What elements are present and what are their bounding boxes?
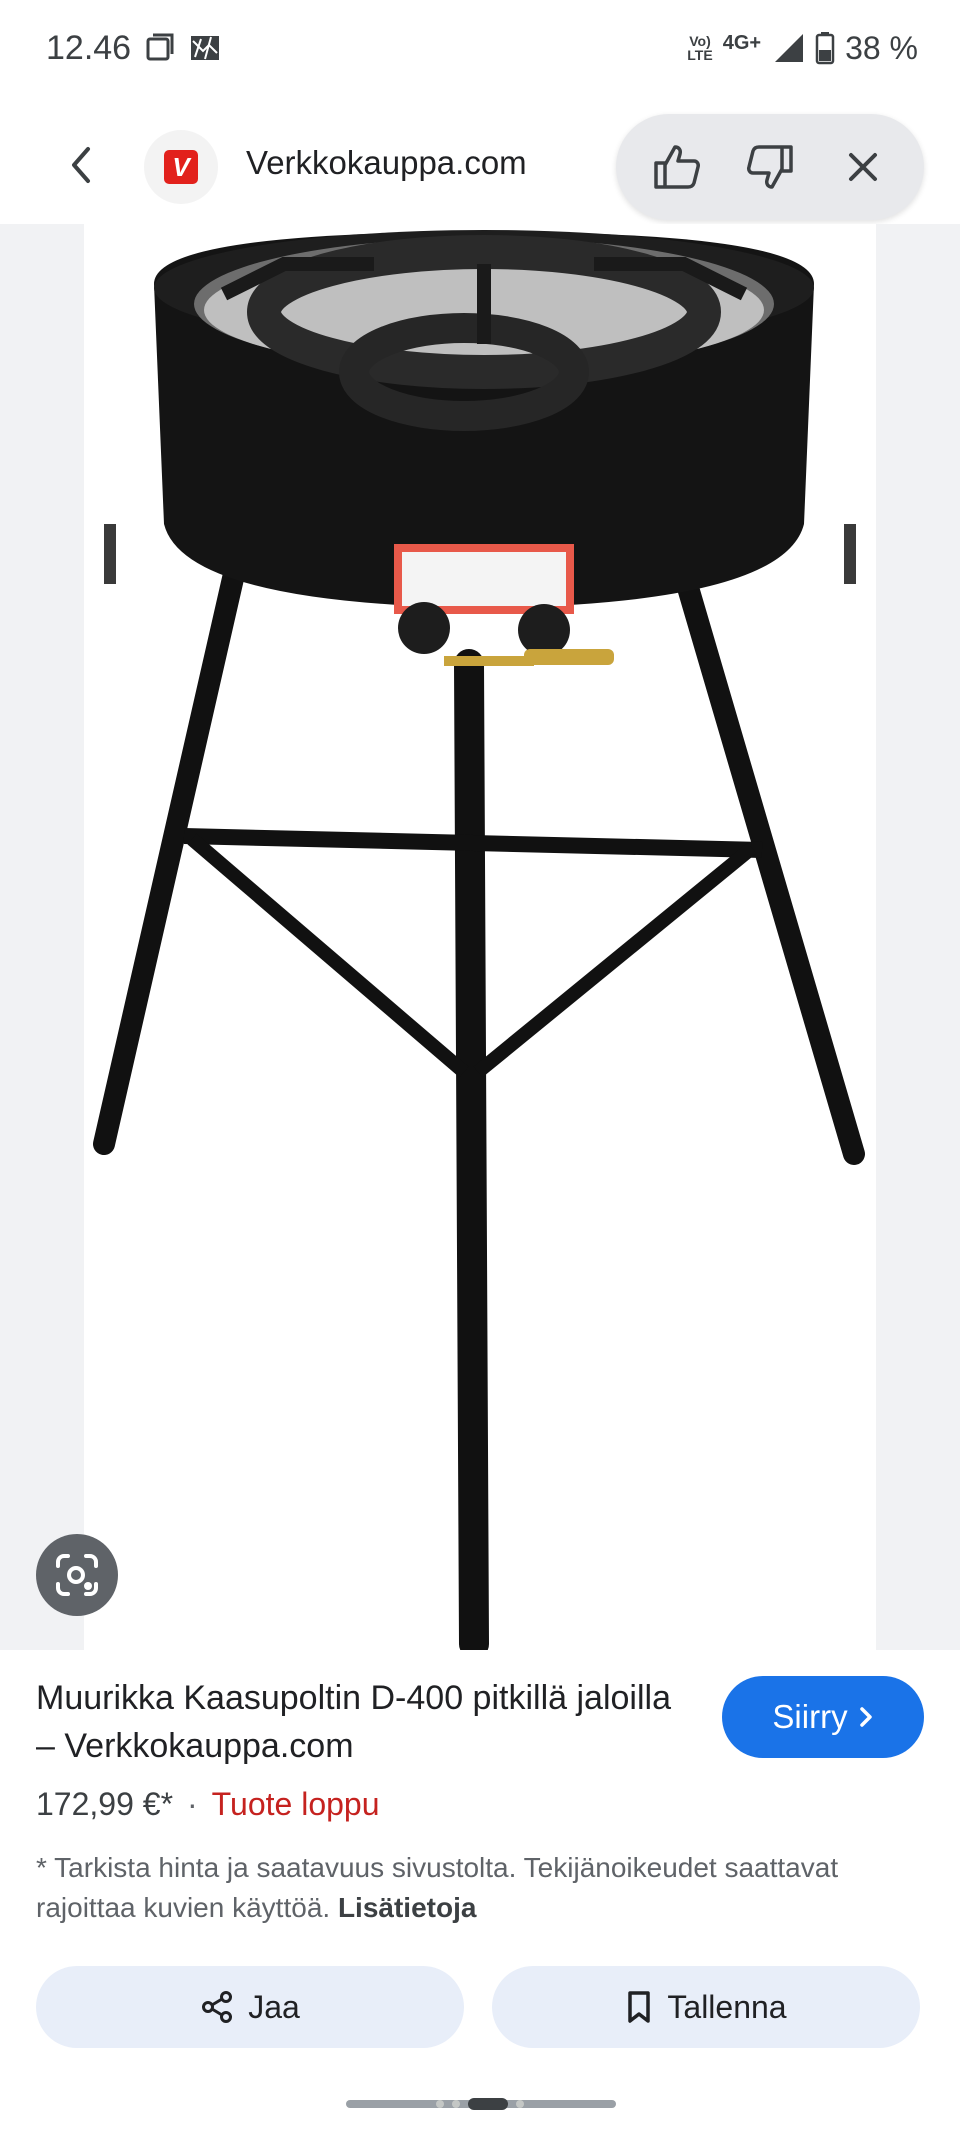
thumbs-down-button[interactable]	[735, 132, 805, 202]
signal-icon	[773, 32, 805, 64]
verkkokauppa-logo-icon: V	[164, 150, 198, 184]
lens-button[interactable]	[36, 1534, 118, 1616]
site-name[interactable]: Verkkokauppa.com	[246, 144, 527, 182]
screenshot-notification-icon	[145, 33, 175, 63]
save-label: Tallenna	[667, 1988, 787, 2025]
status-bar: 12.46 Vo) LTE 4G+ 38 %	[0, 0, 960, 96]
page-indicator	[424, 2096, 536, 2112]
page-dot	[516, 2100, 524, 2108]
visit-site-label: Siirry	[772, 1698, 848, 1735]
price-row: 172,99 €* · Tuote loppu	[36, 1786, 380, 1823]
product-image	[84, 224, 876, 1650]
site-logo[interactable]: V	[144, 130, 218, 204]
page-dot	[436, 2100, 444, 2108]
thumbs-down-icon	[746, 145, 793, 189]
thumbs-up-button[interactable]	[642, 132, 712, 202]
status-time: 12.46	[46, 28, 132, 67]
gas-burner-illustration	[93, 230, 865, 1650]
thumbs-up-icon	[653, 145, 700, 189]
bookmark-icon	[628, 1991, 651, 2023]
status-right: Vo) LTE 4G+ 38 %	[687, 30, 918, 67]
stock-status: Tuote loppu	[211, 1786, 380, 1822]
back-button[interactable]	[56, 140, 106, 190]
gallery-notification-icon	[189, 33, 221, 63]
result-title[interactable]: Muurikka Kaasupoltin D-400 pitkillä jalo…	[36, 1674, 696, 1770]
battery-icon	[815, 31, 835, 65]
page-dot	[452, 2100, 460, 2108]
header: V Verkkokauppa.com	[0, 110, 960, 220]
price: 172,99 €*	[36, 1786, 174, 1822]
volte-indicator: Vo) LTE	[687, 34, 712, 62]
share-button[interactable]: Jaa	[36, 1966, 464, 2048]
visit-site-button[interactable]: Siirry	[722, 1676, 924, 1758]
chevron-right-icon	[859, 1707, 872, 1727]
copyright-disclaimer: * Tarkista hinta ja saatavuus sivustolta…	[36, 1848, 916, 1928]
save-button[interactable]: Tallenna	[492, 1966, 920, 2048]
feedback-actions	[616, 114, 924, 220]
status-left: 12.46	[46, 29, 221, 68]
back-arrow-icon	[72, 147, 90, 183]
network-type: 4G+	[722, 31, 762, 54]
lens-icon	[56, 1554, 98, 1596]
page-dot-active	[468, 2098, 508, 2110]
volte-bottom-text: LTE	[687, 47, 713, 63]
share-icon	[202, 1991, 233, 2023]
battery-percent: 38 %	[845, 29, 918, 66]
share-label: Jaa	[248, 1988, 300, 2025]
close-icon	[849, 153, 878, 181]
learn-more-link[interactable]: Lisätietoja	[338, 1892, 476, 1923]
separator-dot: ·	[187, 1786, 198, 1822]
close-button[interactable]	[828, 132, 898, 202]
image-preview[interactable]	[0, 224, 960, 1650]
